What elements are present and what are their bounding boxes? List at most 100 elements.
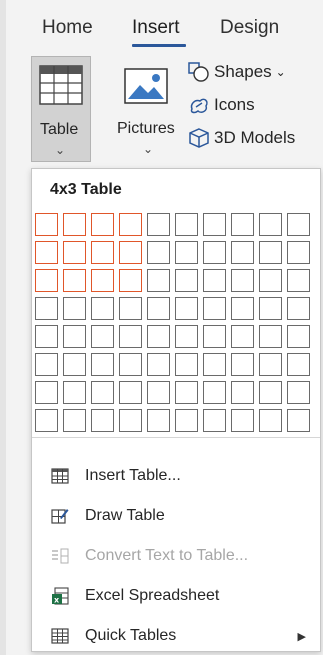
table-size-header: 4x3 Table bbox=[50, 181, 122, 198]
grid-cell[interactable] bbox=[35, 325, 58, 348]
grid-cell[interactable] bbox=[35, 409, 58, 432]
grid-cell[interactable] bbox=[259, 213, 282, 236]
grid-cell[interactable] bbox=[259, 381, 282, 404]
grid-cell[interactable] bbox=[287, 325, 310, 348]
grid-cell[interactable] bbox=[287, 409, 310, 432]
grid-cell[interactable] bbox=[35, 297, 58, 320]
grid-cell[interactable] bbox=[119, 353, 142, 376]
grid-cell[interactable] bbox=[259, 269, 282, 292]
grid-cell[interactable] bbox=[287, 353, 310, 376]
grid-cell[interactable] bbox=[231, 353, 254, 376]
grid-cell[interactable] bbox=[91, 213, 114, 236]
grid-cell[interactable] bbox=[259, 325, 282, 348]
grid-cell[interactable] bbox=[119, 409, 142, 432]
grid-cell[interactable] bbox=[147, 213, 170, 236]
grid-cell[interactable] bbox=[175, 353, 198, 376]
pictures-button[interactable]: Pictures ⌄ bbox=[114, 56, 184, 162]
grid-cell[interactable] bbox=[147, 409, 170, 432]
grid-cell[interactable] bbox=[203, 325, 226, 348]
grid-cell[interactable] bbox=[147, 381, 170, 404]
grid-cell[interactable] bbox=[147, 269, 170, 292]
3d-models-button[interactable]: 3D Models bbox=[188, 125, 295, 151]
grid-cell[interactable] bbox=[203, 353, 226, 376]
grid-cell[interactable] bbox=[287, 269, 310, 292]
grid-cell[interactable] bbox=[287, 381, 310, 404]
grid-cell[interactable] bbox=[35, 213, 58, 236]
grid-cell[interactable] bbox=[35, 381, 58, 404]
grid-cell[interactable] bbox=[63, 325, 86, 348]
grid-cell[interactable] bbox=[63, 213, 86, 236]
draw-table-icon bbox=[49, 505, 71, 527]
grid-cell[interactable] bbox=[231, 325, 254, 348]
quick-tables-label: Quick Tables bbox=[85, 627, 177, 644]
grid-cell[interactable] bbox=[231, 381, 254, 404]
grid-cell[interactable] bbox=[63, 409, 86, 432]
grid-cell[interactable] bbox=[119, 241, 142, 264]
grid-cell[interactable] bbox=[287, 213, 310, 236]
excel-spreadsheet-item[interactable]: x Excel Spreadsheet bbox=[32, 577, 320, 615]
tab-design[interactable]: Design bbox=[220, 17, 279, 39]
grid-cell[interactable] bbox=[147, 297, 170, 320]
grid-cell[interactable] bbox=[203, 269, 226, 292]
icons-button[interactable]: Icons bbox=[188, 92, 255, 118]
grid-cell[interactable] bbox=[259, 297, 282, 320]
grid-cell[interactable] bbox=[231, 213, 254, 236]
svg-text:x: x bbox=[54, 596, 60, 605]
insert-table-item[interactable]: Insert Table... bbox=[32, 457, 320, 495]
shapes-button[interactable]: Shapes ⌄ bbox=[188, 59, 286, 85]
convert-text-item: Convert Text to Table... bbox=[32, 537, 320, 575]
grid-cell[interactable] bbox=[119, 325, 142, 348]
grid-cell[interactable] bbox=[63, 353, 86, 376]
grid-cell[interactable] bbox=[203, 241, 226, 264]
grid-cell[interactable] bbox=[287, 241, 310, 264]
grid-cell[interactable] bbox=[175, 409, 198, 432]
quick-tables-item[interactable]: Quick Tables ▶ bbox=[32, 617, 320, 655]
grid-cell[interactable] bbox=[175, 241, 198, 264]
grid-cell[interactable] bbox=[91, 269, 114, 292]
grid-cell[interactable] bbox=[91, 325, 114, 348]
grid-cell[interactable] bbox=[231, 269, 254, 292]
grid-cell[interactable] bbox=[259, 241, 282, 264]
grid-cell[interactable] bbox=[35, 241, 58, 264]
grid-cell[interactable] bbox=[119, 297, 142, 320]
grid-cell[interactable] bbox=[91, 353, 114, 376]
grid-cell[interactable] bbox=[147, 241, 170, 264]
grid-cell[interactable] bbox=[203, 297, 226, 320]
excel-spreadsheet-label: Excel Spreadsheet bbox=[85, 587, 220, 604]
grid-cell[interactable] bbox=[175, 269, 198, 292]
grid-cell[interactable] bbox=[231, 297, 254, 320]
tab-insert[interactable]: Insert bbox=[132, 17, 180, 39]
grid-cell[interactable] bbox=[147, 325, 170, 348]
grid-cell[interactable] bbox=[175, 381, 198, 404]
grid-cell[interactable] bbox=[91, 241, 114, 264]
grid-cell[interactable] bbox=[119, 213, 142, 236]
grid-cell[interactable] bbox=[119, 381, 142, 404]
grid-cell[interactable] bbox=[147, 353, 170, 376]
table-button[interactable]: Table ⌄ bbox=[31, 56, 91, 162]
grid-cell[interactable] bbox=[63, 269, 86, 292]
grid-cell[interactable] bbox=[259, 409, 282, 432]
insert-table-dropdown: 4x3 Table Insert Table... Draw Table Con… bbox=[31, 168, 321, 652]
grid-cell[interactable] bbox=[231, 409, 254, 432]
grid-cell[interactable] bbox=[35, 353, 58, 376]
grid-cell[interactable] bbox=[231, 241, 254, 264]
grid-cell[interactable] bbox=[203, 381, 226, 404]
grid-cell[interactable] bbox=[259, 353, 282, 376]
grid-cell[interactable] bbox=[175, 325, 198, 348]
grid-cell[interactable] bbox=[175, 213, 198, 236]
grid-cell[interactable] bbox=[175, 297, 198, 320]
grid-cell[interactable] bbox=[287, 297, 310, 320]
table-label: Table bbox=[40, 121, 79, 138]
grid-cell[interactable] bbox=[63, 381, 86, 404]
grid-cell[interactable] bbox=[203, 213, 226, 236]
grid-cell[interactable] bbox=[63, 297, 86, 320]
grid-cell[interactable] bbox=[203, 409, 226, 432]
tab-home[interactable]: Home bbox=[42, 17, 93, 39]
grid-cell[interactable] bbox=[91, 297, 114, 320]
grid-cell[interactable] bbox=[35, 269, 58, 292]
draw-table-item[interactable]: Draw Table bbox=[32, 497, 320, 535]
grid-cell[interactable] bbox=[63, 241, 86, 264]
grid-cell[interactable] bbox=[91, 381, 114, 404]
grid-cell[interactable] bbox=[91, 409, 114, 432]
grid-cell[interactable] bbox=[119, 269, 142, 292]
